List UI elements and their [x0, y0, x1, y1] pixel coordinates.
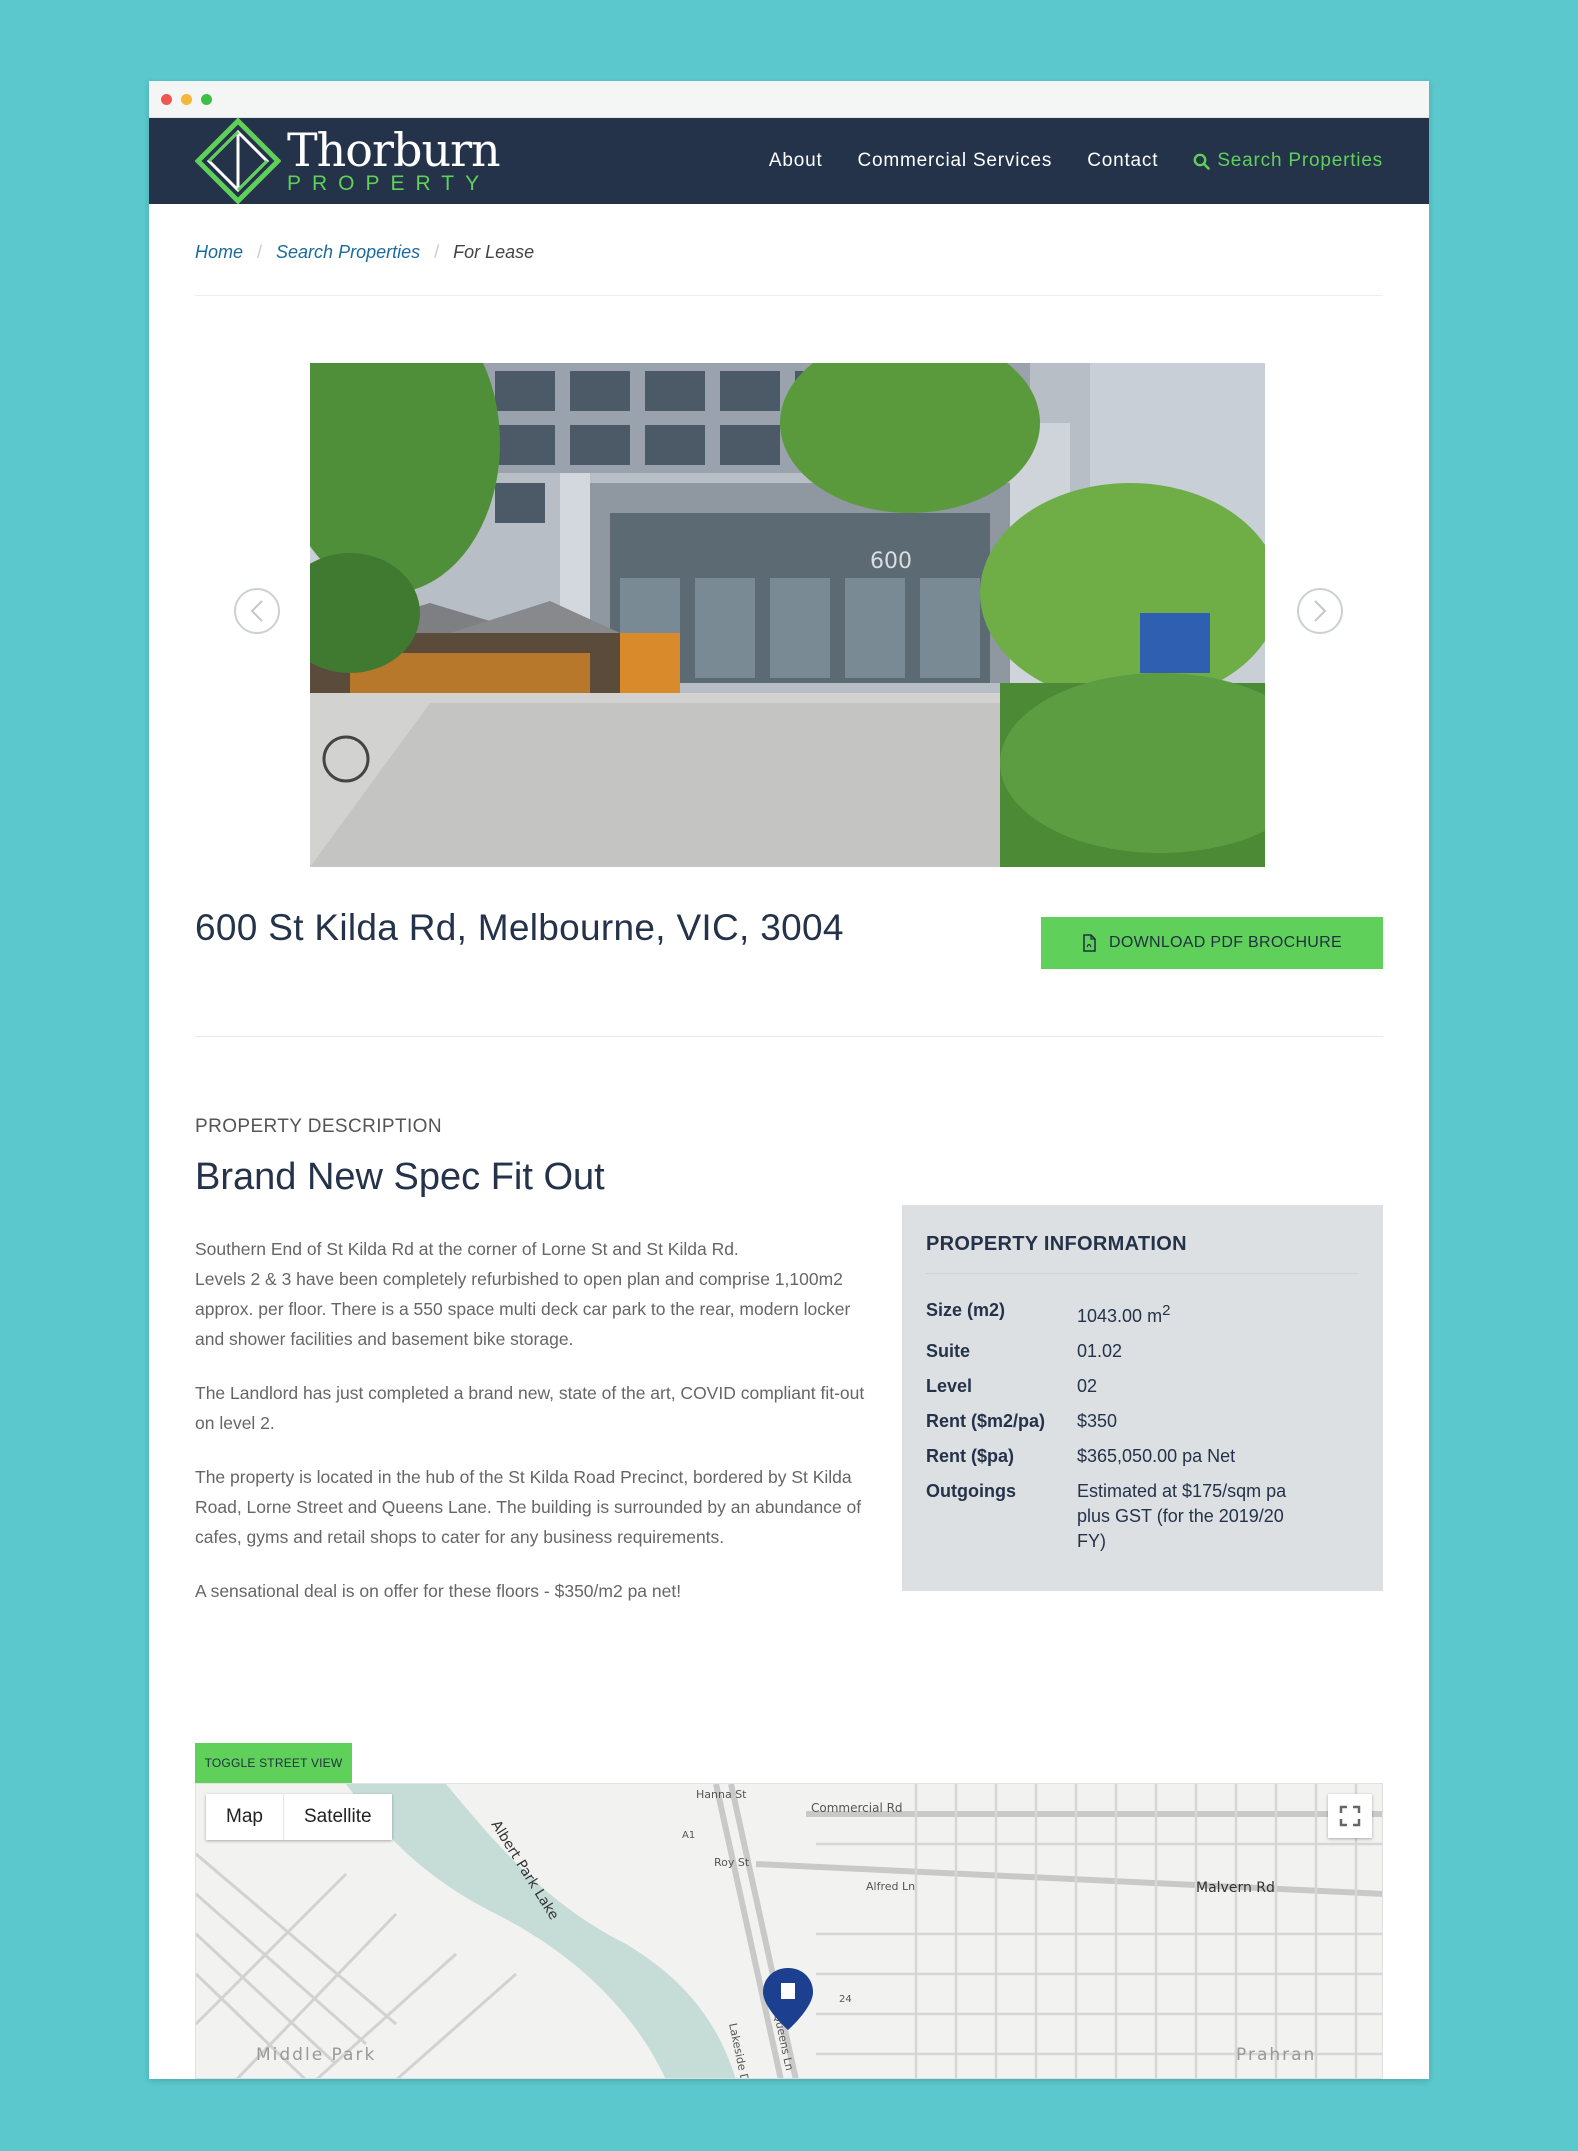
map-label-malvern-rd: Malvern Rd — [1196, 1880, 1275, 1896]
search-icon — [1193, 153, 1211, 170]
info-value: Estimated at $175/sqm pa plus GST (for t… — [1077, 1481, 1287, 1551]
info-label: Size (m2) — [926, 1300, 1006, 1320]
site-logo[interactable]: Thorburn PROPERTY — [195, 118, 501, 204]
map-label-a1: A1 — [682, 1830, 695, 1841]
map-type-control: Map Satellite — [206, 1794, 392, 1840]
description-line: Southern End of St Kilda Rd at the corne… — [195, 1239, 739, 1259]
download-pdf-label: DOWNLOAD PDF BROCHURE — [1109, 934, 1342, 951]
slider-prev-button[interactable] — [234, 588, 280, 634]
maximize-window-dot[interactable] — [201, 94, 212, 105]
description-paragraph: A sensational deal is on offer for these… — [195, 1581, 682, 1601]
logo-name: Thorburn — [287, 123, 501, 177]
info-row-outgoings: Outgoings Estimated at $175/sqm pa plus … — [926, 1479, 1359, 1554]
breadcrumb-separator: / — [257, 242, 263, 262]
logo-wordmark: Thorburn PROPERTY — [287, 123, 501, 195]
slider-next-button[interactable] — [1297, 588, 1343, 634]
info-value: $365,050.00 pa Net — [1077, 1446, 1236, 1466]
nav-commercial-services[interactable]: Commercial Services — [858, 150, 1053, 172]
description-paragraph: The property is located in the hub of th… — [195, 1467, 862, 1547]
map-label-roy-st: Roy St — [714, 1856, 750, 1869]
image-slider: 600 — [195, 296, 1383, 896]
info-value: 01.02 — [1077, 1341, 1123, 1361]
nav-contact[interactable]: Contact — [1087, 150, 1158, 172]
breadcrumb-search-properties[interactable]: Search Properties — [276, 242, 420, 263]
description-eyebrow: PROPERTY DESCRIPTION — [195, 1116, 442, 1137]
map-label-middle-park: Middle Park — [256, 2045, 376, 2065]
close-window-dot[interactable] — [161, 94, 172, 105]
breadcrumb: Home / Search Properties / For Lease — [195, 204, 1383, 296]
info-value: $350 — [1077, 1411, 1118, 1431]
info-row-suite: Suite 01.02 — [926, 1339, 1359, 1364]
breadcrumb-home[interactable]: Home — [195, 242, 243, 263]
map-fullscreen-button[interactable] — [1328, 1794, 1372, 1838]
site-header: Thorburn PROPERTY About Commercial Servi… — [149, 118, 1429, 204]
map-type-map-button[interactable]: Map — [206, 1794, 284, 1840]
download-pdf-brochure-button[interactable]: DOWNLOAD PDF BROCHURE — [1041, 917, 1383, 969]
logo-diamond-icon — [195, 118, 281, 204]
info-label: Rent ($pa) — [926, 1446, 1015, 1466]
chevron-left-icon — [250, 600, 263, 622]
info-row-level: Level 02 — [926, 1374, 1359, 1399]
pdf-file-icon — [1083, 934, 1096, 952]
info-label: Level — [926, 1376, 973, 1396]
property-title-row: 600 St Kilda Rd, Melbourne, VIC, 3004 DO… — [195, 896, 1383, 1037]
info-row-rent-m2: Rent ($m2/pa) $350 — [926, 1409, 1359, 1434]
property-photo[interactable]: 600 — [310, 363, 1265, 867]
info-size-value: 1043.00 m — [1077, 1306, 1163, 1326]
chevron-right-icon — [1314, 600, 1327, 622]
map-label-commercial-rd: Commercial Rd — [811, 1801, 903, 1815]
nav-search-label: Search Properties — [1217, 150, 1383, 171]
description-line: Levels 2 & 3 have been completely refurb… — [195, 1269, 851, 1349]
window-chrome — [149, 81, 1429, 118]
breadcrumb-current: For Lease — [453, 242, 535, 262]
logo-tagline: PROPERTY — [287, 172, 491, 195]
nav-about[interactable]: About — [769, 150, 823, 172]
info-value: 02 — [1077, 1376, 1098, 1396]
description-paragraph: Southern End of St Kilda Rd at the corne… — [195, 1234, 875, 1354]
info-label: Rent ($m2/pa) — [926, 1411, 1046, 1431]
property-description: PROPERTY DESCRIPTION Brand New Spec Fit … — [195, 1116, 875, 1606]
description-paragraph: The Landlord has just completed a brand … — [195, 1383, 865, 1433]
map-type-satellite-button[interactable]: Satellite — [284, 1794, 392, 1840]
nav-search-properties[interactable]: Search Properties — [1193, 150, 1383, 172]
property-address: 600 St Kilda Rd, Melbourne, VIC, 3004 — [195, 907, 844, 948]
info-label: Outgoings — [926, 1481, 1016, 1501]
main-nav: About Commercial Services Contact Search… — [769, 118, 1383, 204]
location-map[interactable]: Albert Park Lake Malvern Rd Commercial R… — [195, 1783, 1383, 2079]
toggle-street-view-button[interactable]: TOGGLE STREET VIEW — [195, 1743, 352, 1783]
description-title: Brand New Spec Fit Out — [195, 1156, 605, 1198]
info-size-unit-superscript: 2 — [1162, 1302, 1171, 1319]
building-number: 600 — [870, 549, 912, 574]
fullscreen-icon — [1339, 1805, 1361, 1827]
map-label-alfred-ln: Alfred Ln — [866, 1880, 915, 1893]
info-row-rent-pa: Rent ($pa) $365,050.00 pa Net — [926, 1444, 1359, 1469]
browser-window: Thorburn PROPERTY About Commercial Servi… — [149, 81, 1429, 2079]
minimize-window-dot[interactable] — [181, 94, 192, 105]
page-content: Home / Search Properties / For Lease 600… — [149, 204, 1429, 1037]
map-label-hanna-st: Hanna St — [696, 1788, 747, 1801]
info-label: Suite — [926, 1341, 971, 1361]
map-label-route: 24 — [839, 1994, 852, 2005]
info-row-size: Size (m2) 1043.00 m2 — [926, 1298, 1359, 1329]
breadcrumb-separator: / — [434, 242, 440, 262]
property-information-title: PROPERTY INFORMATION — [926, 1233, 1359, 1274]
property-information-panel: PROPERTY INFORMATION Size (m2) 1043.00 m… — [902, 1205, 1383, 1591]
map-label-prahran: Prahran — [1236, 2045, 1316, 2065]
info-value: 1043.00 m2 — [1077, 1298, 1297, 1329]
